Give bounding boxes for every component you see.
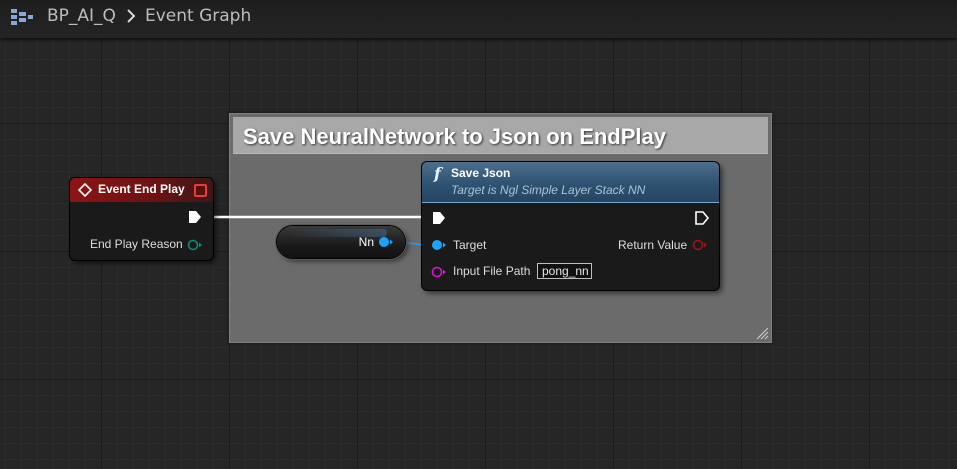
save-json-node[interactable]: f Save Json Target is Ngl Simple Layer S… — [422, 162, 719, 290]
save-json-title: Save Json — [451, 166, 511, 180]
event-node-header[interactable]: Event End Play — [70, 178, 213, 202]
exec-in-pin-icon[interactable] — [431, 211, 447, 225]
return-value-pin-icon[interactable] — [692, 238, 710, 252]
exec-out-pin-icon[interactable] — [694, 211, 710, 225]
target-pin-icon[interactable] — [431, 238, 449, 252]
input-file-path-pin-icon[interactable] — [431, 265, 449, 279]
event-diamond-icon — [78, 183, 92, 197]
event-end-play-node[interactable]: Event End Play End Play Reason — [70, 178, 213, 260]
nn-variable-node[interactable]: Nn — [277, 226, 405, 258]
end-play-reason-label: End Play Reason — [90, 237, 183, 251]
exec-out-pin-icon[interactable] — [187, 210, 203, 224]
delegate-pin-icon[interactable] — [194, 184, 207, 197]
nn-output-pin-icon[interactable] — [377, 235, 395, 249]
return-value-label: Return Value — [618, 238, 688, 252]
event-node-title: Event End Play — [98, 182, 185, 196]
end-play-reason-pin-icon[interactable] — [187, 238, 203, 252]
function-icon: f — [434, 164, 441, 183]
input-file-path-field[interactable]: pong_nn — [537, 263, 592, 279]
target-pin-label: Target — [453, 238, 487, 252]
input-file-path-label: Input File Path — [453, 264, 531, 278]
save-json-header[interactable]: f Save Json Target is Ngl Simple Layer S… — [422, 162, 719, 203]
nn-variable-label: Nn — [358, 235, 374, 249]
save-json-subtitle: Target is Ngl Simple Layer Stack NN — [451, 183, 646, 197]
